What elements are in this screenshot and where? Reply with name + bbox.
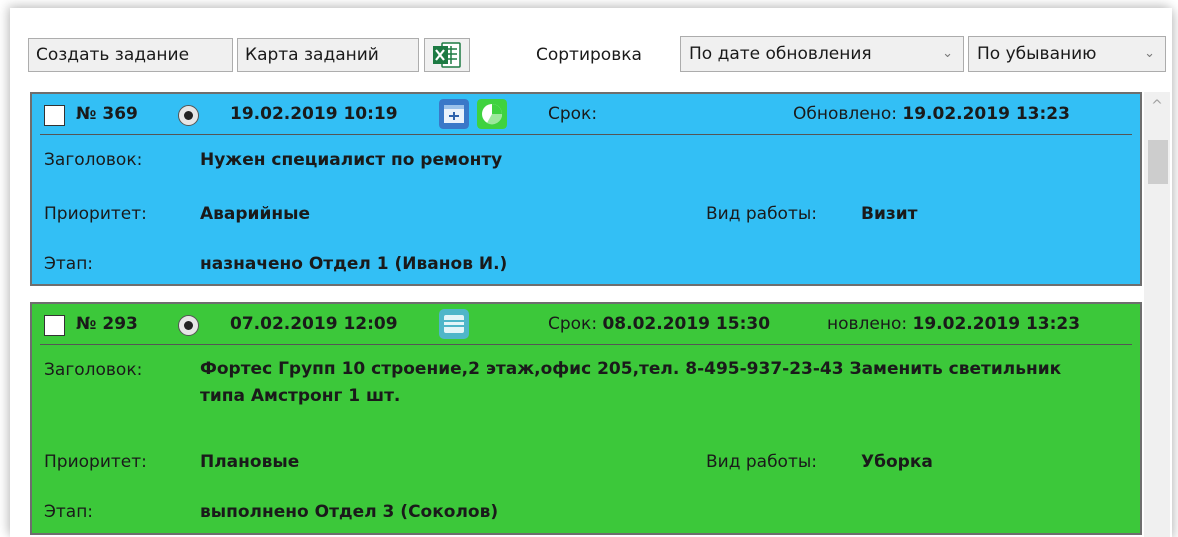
priority-label: Приоритет: xyxy=(44,204,147,224)
task-updated: новлено: 19.02.2019 13:23 xyxy=(827,314,1080,334)
updated-value: 19.02.2019 13:23 xyxy=(902,104,1070,124)
task-status-radio[interactable] xyxy=(178,315,199,336)
sort-order-select[interactable]: По убыванию ⌄ xyxy=(968,36,1166,72)
task-stage: назначено Отдел 1 (Иванов И.) xyxy=(200,254,508,274)
header-divider xyxy=(40,344,1132,345)
task-number: № 369 xyxy=(76,104,138,124)
title-label: Заголовок: xyxy=(44,360,143,380)
task-status-radio[interactable] xyxy=(178,105,199,126)
sort-order-value: По убыванию xyxy=(977,44,1097,64)
header-divider xyxy=(40,134,1132,135)
task-priority: Плановые xyxy=(200,452,300,472)
sort-label: Сортировка xyxy=(536,45,642,65)
pie-chart-icon[interactable] xyxy=(477,99,507,129)
deadline-label: Срок: xyxy=(548,314,598,334)
deadline-value: 08.02.2019 15:30 xyxy=(602,314,771,334)
stage-label: Этап: xyxy=(44,254,94,274)
task-checkbox[interactable] xyxy=(44,315,65,336)
task-created-date: 07.02.2019 12:09 xyxy=(230,314,398,334)
task-title: Нужен специалист по ремонту xyxy=(200,150,503,170)
task-priority: Аварийные xyxy=(200,204,311,224)
sort-field-value: По дате обновления xyxy=(689,44,872,64)
vertical-scrollbar[interactable]: ^ xyxy=(1144,92,1170,537)
task-created-date: 19.02.2019 10:19 xyxy=(230,104,398,124)
task-card[interactable]: № 369 19.02.2019 10:19 Срок: Обновлено: xyxy=(30,92,1142,286)
export-excel-button[interactable] xyxy=(424,38,470,72)
task-card[interactable]: № 293 07.02.2019 12:09 Срок: 08.02.2019 … xyxy=(30,302,1142,535)
task-list-window: Создать задание Карта заданий Сортировка… xyxy=(10,8,1172,537)
scroll-thumb[interactable] xyxy=(1148,140,1168,184)
chevron-down-icon: ⌄ xyxy=(1144,46,1155,61)
task-stage: выполнено Отдел 3 (Соколов) xyxy=(200,502,499,522)
task-work-type: Уборка xyxy=(861,452,933,472)
deadline-label: Срок: xyxy=(548,104,598,124)
task-card-header: № 293 07.02.2019 12:09 Срок: 08.02.2019 … xyxy=(32,304,1140,346)
scroll-up-arrow-icon[interactable]: ^ xyxy=(1144,98,1170,118)
task-card-header: № 369 19.02.2019 10:19 Срок: Обновлено: xyxy=(32,94,1140,136)
priority-label: Приоритет: xyxy=(44,452,147,472)
document-icon[interactable] xyxy=(439,309,469,339)
excel-icon xyxy=(433,42,461,68)
task-deadline: Срок: xyxy=(548,104,597,124)
create-task-button[interactable]: Создать задание xyxy=(28,38,233,72)
task-deadline: Срок: 08.02.2019 15:30 xyxy=(548,314,770,334)
work-type-label: Вид работы: xyxy=(706,204,818,224)
sort-field-select[interactable]: По дате обновления ⌄ xyxy=(680,36,964,72)
task-number: № 293 xyxy=(76,314,138,334)
work-type-label: Вид работы: xyxy=(706,452,818,472)
calendar-task-icon[interactable] xyxy=(439,99,469,129)
updated-label: новлено: xyxy=(827,314,908,334)
chevron-down-icon: ⌄ xyxy=(942,46,953,61)
task-map-button[interactable]: Карта заданий xyxy=(237,38,419,72)
task-title: Фортес Групп 10 строение,2 этаж,офис 205… xyxy=(200,359,1062,406)
task-checkbox[interactable] xyxy=(44,105,65,126)
task-updated: Обновлено: 19.02.2019 13:23 xyxy=(793,104,1070,124)
updated-value: 19.02.2019 13:23 xyxy=(912,314,1081,334)
title-label: Заголовок: xyxy=(44,150,143,170)
task-work-type: Визит xyxy=(861,204,918,224)
updated-label: Обновлено: xyxy=(793,104,897,124)
stage-label: Этап: xyxy=(44,502,94,522)
toolbar: Создать задание Карта заданий Сортировка… xyxy=(10,8,1172,90)
